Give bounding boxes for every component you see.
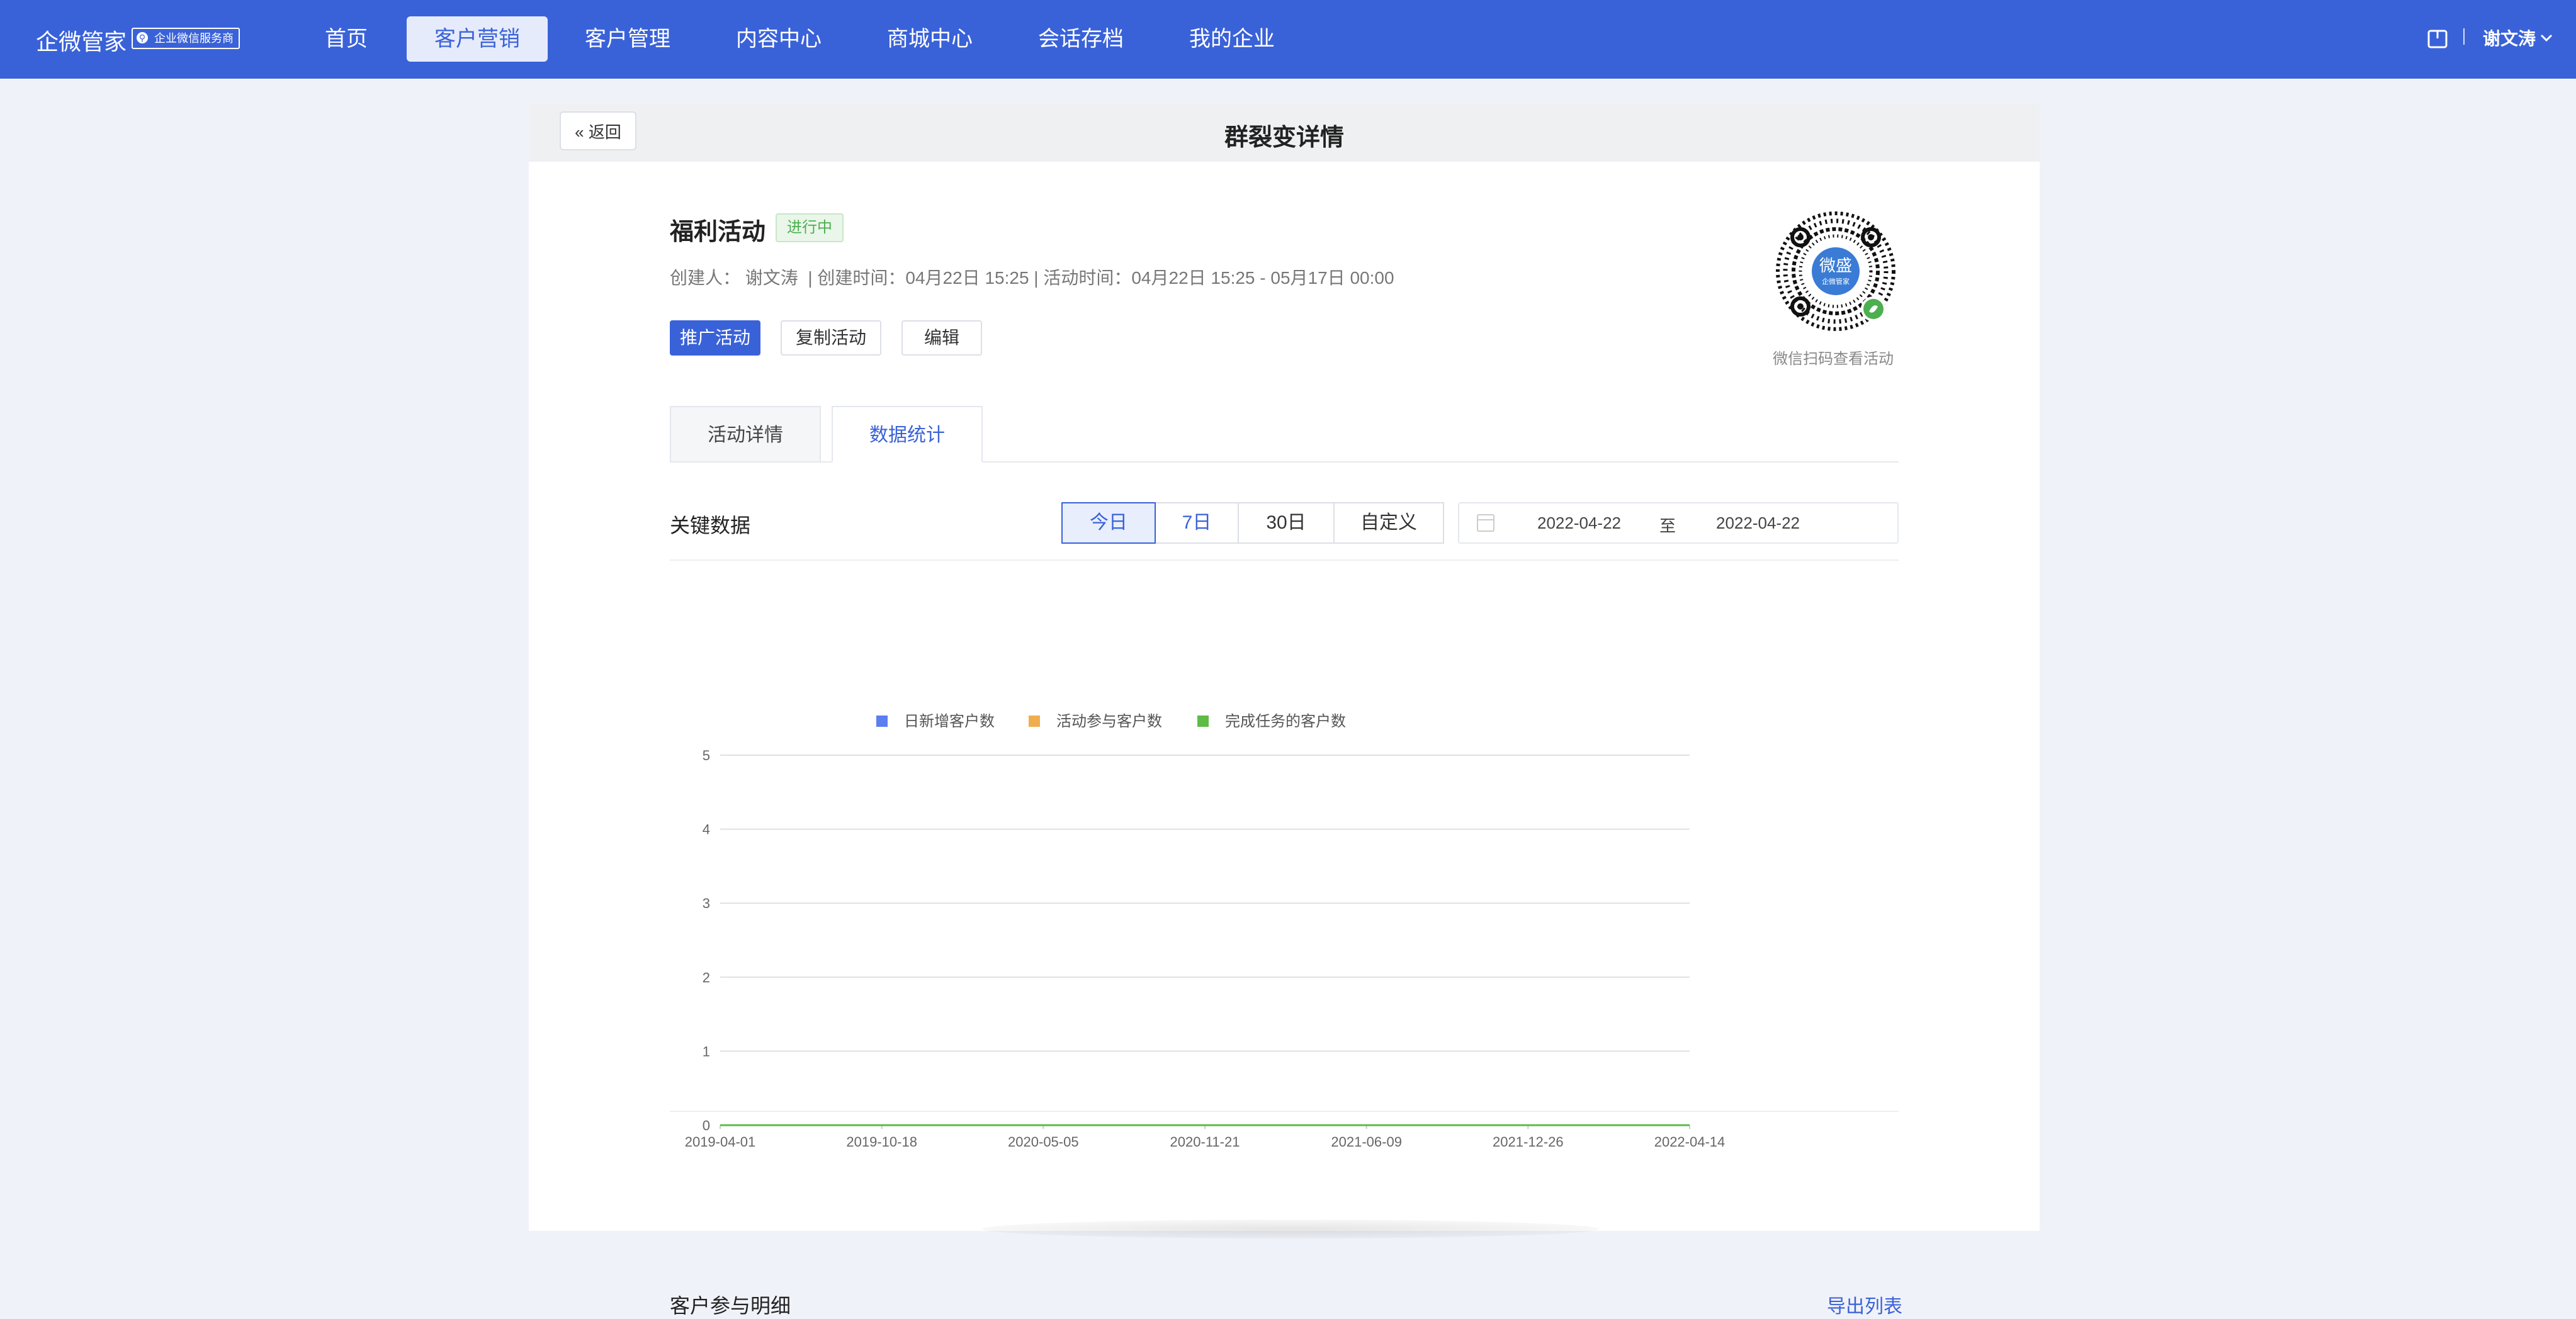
copy-activity-button[interactable]: 复制活动: [781, 320, 881, 356]
x-tick-label: 2019-10-18: [846, 1134, 917, 1150]
y-tick-label: 0: [703, 1118, 710, 1133]
detail-card: « 返回 群裂变详情 福利活动 进行中 创建人： 谢文涛 | 创建时间：04月2…: [529, 104, 2040, 1317]
nav-item-mall-center[interactable]: 商城中心: [881, 16, 978, 62]
y-tick-label: 1: [703, 1043, 710, 1059]
edit-button[interactable]: 编辑: [901, 320, 982, 356]
x-tick-label: 2020-05-05: [1008, 1134, 1079, 1150]
chevron-down-icon[interactable]: [2539, 33, 2553, 43]
range-7-days-button[interactable]: 7日: [1155, 502, 1239, 544]
nav-item-home[interactable]: 首页: [315, 16, 378, 62]
nav-item-my-enterprise[interactable]: 我的企业: [1183, 16, 1280, 62]
brand-name[interactable]: 企微管家: [36, 24, 127, 57]
key-data-title: 关键数据: [670, 514, 751, 537]
book-icon[interactable]: [2427, 30, 2448, 48]
nav-divider: [2463, 28, 2465, 45]
qr-caption: 微信扫码查看活动: [1773, 351, 1894, 368]
user-name[interactable]: 谢文涛: [2483, 25, 2536, 50]
nav-item-customer-management[interactable]: 客户管理: [579, 16, 676, 62]
top-navigation-bar: 企微管家 ⚲ 企业微信服务商 首页 客户营销 客户管理 内容中心 商城中心 会话…: [0, 0, 2576, 79]
tab-data-statistics[interactable]: 数据统计: [832, 406, 983, 463]
activity-name: 福利活动: [670, 219, 766, 245]
legend-swatch: [1197, 716, 1209, 727]
range-30-days-button[interactable]: 30日: [1238, 502, 1335, 544]
export-list-link[interactable]: 导出列表: [1827, 1291, 1902, 1318]
legend-swatch: [876, 716, 888, 727]
legend-label: 活动参与客户数: [1056, 713, 1162, 730]
date-to[interactable]: 2022-04-22: [1716, 514, 1800, 533]
participation-details-title: 客户参与明细: [670, 1294, 791, 1317]
date-range-selector: 今日 7日 30日 自定义: [1061, 502, 1444, 544]
mini-program-qr-code: 微盛 企微管家: [1776, 211, 1895, 331]
nav-item-customer-marketing[interactable]: 客户营销: [407, 16, 548, 62]
x-tick-label: 2022-04-14: [1654, 1134, 1726, 1150]
bottom-shadow: [982, 1220, 1599, 1238]
nav-item-session-archive[interactable]: 会话存档: [1032, 16, 1129, 62]
qr-center-logo-text: 微盛: [1819, 257, 1852, 276]
legend-label: 完成任务的客户数: [1225, 713, 1346, 730]
legend-label: 日新增客户数: [904, 713, 995, 730]
x-tick-label: 2021-12-26: [1493, 1134, 1564, 1150]
x-tick-label: 2019-04-01: [685, 1134, 756, 1150]
legend-swatch: [1029, 716, 1040, 727]
card-header: « 返回 群裂变详情: [529, 104, 2040, 162]
date-range-picker[interactable]: 2022-04-22 至 2022-04-22: [1458, 502, 1899, 544]
calendar-icon: [1477, 514, 1494, 532]
x-tick-label: 2021-06-09: [1331, 1134, 1402, 1150]
nav-item-content-center[interactable]: 内容中心: [730, 16, 827, 62]
y-tick-label: 4: [703, 822, 710, 838]
y-tick-label: 2: [703, 970, 710, 985]
y-tick-label: 5: [703, 748, 710, 763]
qr-center-logo-subtext: 企微管家: [1822, 277, 1850, 286]
activity-meta: 创建人： 谢文涛 | 创建时间：04月22日 15:25 | 活动时间：04月2…: [670, 268, 1394, 288]
search-icon: ⚲: [137, 32, 148, 43]
section-divider: [670, 1111, 1899, 1112]
service-provider-badge: ⚲ 企业微信服务商: [132, 28, 240, 49]
y-tick-label: 3: [703, 895, 710, 911]
statistics-line-chart: 日新增客户数 活动参与客户数 完成任务的客户数 0 1 2 3 4 5 2019-04-01 201…: [685, 713, 1726, 1150]
tab-activity-details[interactable]: 活动详情: [670, 406, 821, 463]
section-divider: [670, 559, 1899, 561]
date-separator: 至: [1659, 517, 1676, 536]
date-from[interactable]: 2022-04-22: [1537, 514, 1621, 533]
page-title: 群裂变详情: [1224, 125, 1344, 151]
service-provider-badge-label: 企业微信服务商: [154, 32, 234, 45]
range-custom-button[interactable]: 自定义: [1333, 502, 1444, 544]
status-badge: 进行中: [776, 213, 844, 242]
x-tick-label: 2020-11-21: [1170, 1134, 1240, 1150]
promote-activity-button[interactable]: 推广活动: [670, 320, 760, 356]
range-today-button[interactable]: 今日: [1061, 502, 1156, 544]
